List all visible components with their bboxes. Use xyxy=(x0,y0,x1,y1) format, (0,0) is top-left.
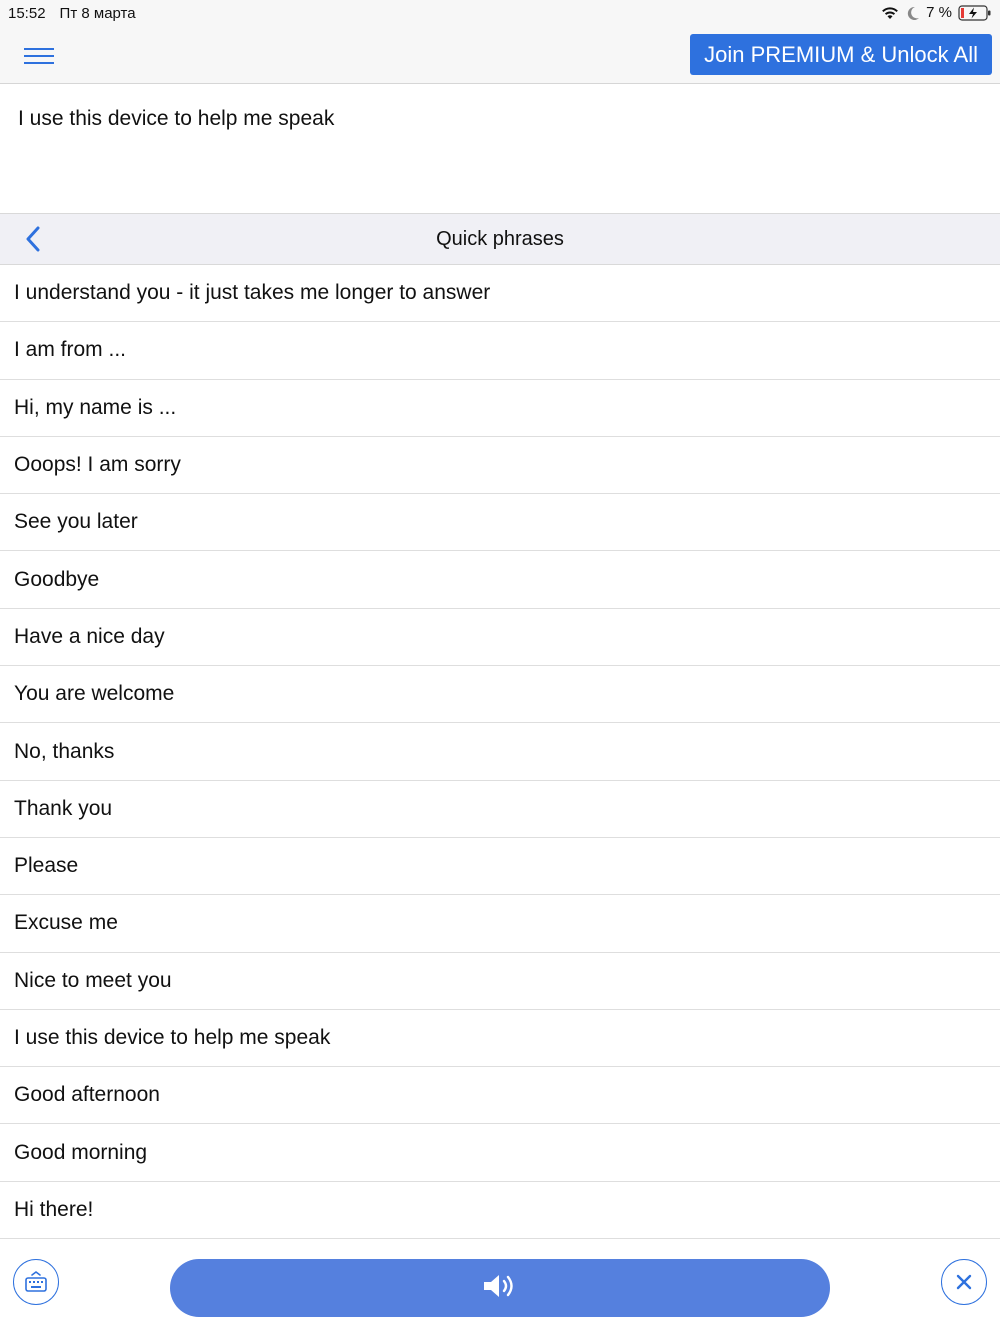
phrase-item[interactable]: I am from ... xyxy=(0,322,1000,380)
phrase-item[interactable]: Hi there! xyxy=(0,1182,1000,1240)
phrase-item[interactable]: Thank you xyxy=(0,781,1000,838)
phrase-item[interactable]: I understand you - it just takes me long… xyxy=(0,265,1000,323)
status-right: 7 % xyxy=(880,4,992,21)
phrase-item[interactable]: I use this device to help me speak xyxy=(0,1010,1000,1068)
section-header: Quick phrases xyxy=(0,213,1000,265)
status-bar: 15:52 Пт 8 марта 7 % xyxy=(0,0,1000,28)
phrase-item[interactable]: Have a nice day xyxy=(0,609,1000,667)
phrase-item[interactable]: Good morning xyxy=(0,1124,1000,1182)
close-icon[interactable] xyxy=(941,1259,987,1305)
phrase-item[interactable]: Nice to meet you xyxy=(0,953,1000,1010)
status-left: 15:52 Пт 8 марта xyxy=(8,5,136,22)
phrase-item[interactable]: Please xyxy=(0,838,1000,896)
phrase-item[interactable]: Hi, my name is ... xyxy=(0,380,1000,437)
phrase-item[interactable]: You are welcome xyxy=(0,666,1000,724)
phrase-item[interactable]: Ooops! I am sorry xyxy=(0,437,1000,495)
wifi-icon xyxy=(880,5,900,21)
phrase-item[interactable]: Goodbye xyxy=(0,551,1000,609)
app-screen: 15:52 Пт 8 марта 7 % Join PREMIUM & Unlo… xyxy=(0,0,1000,1334)
join-premium-button[interactable]: Join PREMIUM & Unlock All xyxy=(690,34,992,75)
phrase-list: I understand you - it just takes me long… xyxy=(0,265,1000,1240)
keyboard-icon[interactable] xyxy=(13,1259,59,1305)
speech-text-field[interactable]: I use this device to help me speak xyxy=(0,85,1000,213)
app-header: Join PREMIUM & Unlock All xyxy=(0,28,1000,84)
status-date: Пт 8 марта xyxy=(59,5,136,22)
status-time: 15:52 xyxy=(8,5,46,22)
section-title: Quick phrases xyxy=(436,228,564,250)
bottom-bar xyxy=(0,1240,1000,1334)
battery-percent: 7 % xyxy=(926,4,952,21)
hamburger-menu-icon[interactable] xyxy=(18,40,60,72)
phrase-item[interactable]: Excuse me xyxy=(0,895,1000,953)
battery-charging-icon xyxy=(958,4,992,21)
speaker-icon xyxy=(482,1272,518,1305)
phrase-item[interactable]: Good afternoon xyxy=(0,1067,1000,1125)
moon-icon xyxy=(906,5,920,21)
speak-button[interactable] xyxy=(170,1259,830,1317)
phrase-item[interactable]: No, thanks xyxy=(0,723,1000,781)
phrase-item[interactable]: See you later xyxy=(0,494,1000,552)
